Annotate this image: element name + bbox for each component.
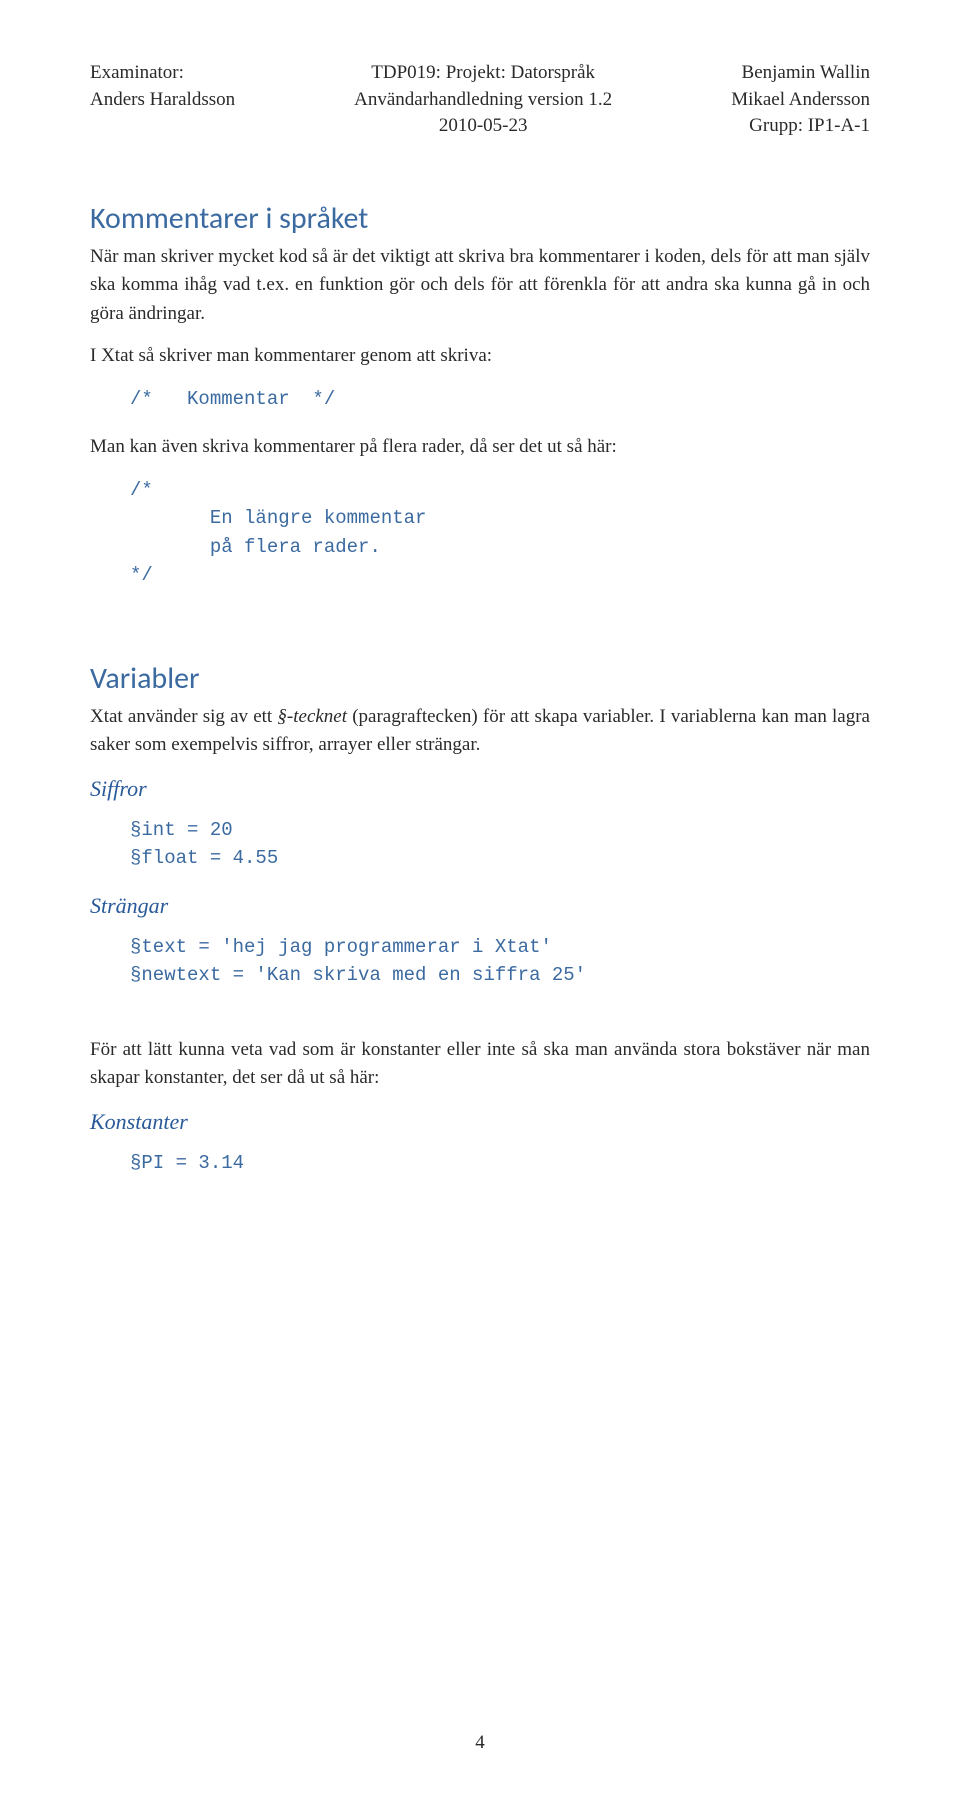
variabler-p2: För att lätt kunna veta vad som är konst… xyxy=(90,1036,870,1093)
doc-subtitle: Användarhandledning version 1.2 xyxy=(354,87,612,114)
section-variabler-title: Variabler xyxy=(90,660,870,697)
section-kommentarer-title: Kommentarer i språket xyxy=(90,200,870,237)
author-1: Benjamin Wallin xyxy=(731,60,870,87)
konstanter-code: §PI = 3.14 xyxy=(130,1149,870,1178)
page-number: 4 xyxy=(0,1732,960,1754)
strangar-code: §text = 'hej jag programmerar i Xtat' §n… xyxy=(130,933,870,990)
examiner-name: Anders Haraldsson xyxy=(90,87,235,114)
group-label: Grupp: IP1-A-1 xyxy=(731,113,870,140)
kommentarer-code2: /* En längre kommentar på flera rader. *… xyxy=(130,476,870,590)
konstanter-label: Konstanter xyxy=(90,1109,870,1135)
kommentarer-p2: I Xtat så skriver man kommentarer genom … xyxy=(90,342,870,371)
siffror-label: Siffror xyxy=(90,776,870,802)
doc-date: 2010-05-23 xyxy=(354,113,612,140)
header-center: TDP019: Projekt: Datorspråk Användarhand… xyxy=(354,60,612,140)
kommentarer-code1: /* Kommentar */ xyxy=(130,385,870,414)
siffror-code: §int = 20 §float = 4.55 xyxy=(130,816,870,873)
variabler-p1-em: §-tecknet xyxy=(277,706,347,727)
document-page: Examinator: Anders Haraldsson TDP019: Pr… xyxy=(0,0,960,1794)
course-title: TDP019: Projekt: Datorspråk xyxy=(354,60,612,87)
header-left: Examinator: Anders Haraldsson xyxy=(90,60,235,140)
page-header: Examinator: Anders Haraldsson TDP019: Pr… xyxy=(90,60,870,140)
strangar-label: Strängar xyxy=(90,893,870,919)
examiner-label: Examinator: xyxy=(90,60,235,87)
variabler-p1: Xtat använder sig av ett §-tecknet (para… xyxy=(90,703,870,760)
kommentarer-p1: När man skriver mycket kod så är det vik… xyxy=(90,243,870,329)
author-2: Mikael Andersson xyxy=(731,87,870,114)
variabler-p1-a: Xtat använder sig av ett xyxy=(90,706,277,727)
header-right: Benjamin Wallin Mikael Andersson Grupp: … xyxy=(731,60,870,140)
kommentarer-p3: Man kan även skriva kommentarer på flera… xyxy=(90,433,870,462)
